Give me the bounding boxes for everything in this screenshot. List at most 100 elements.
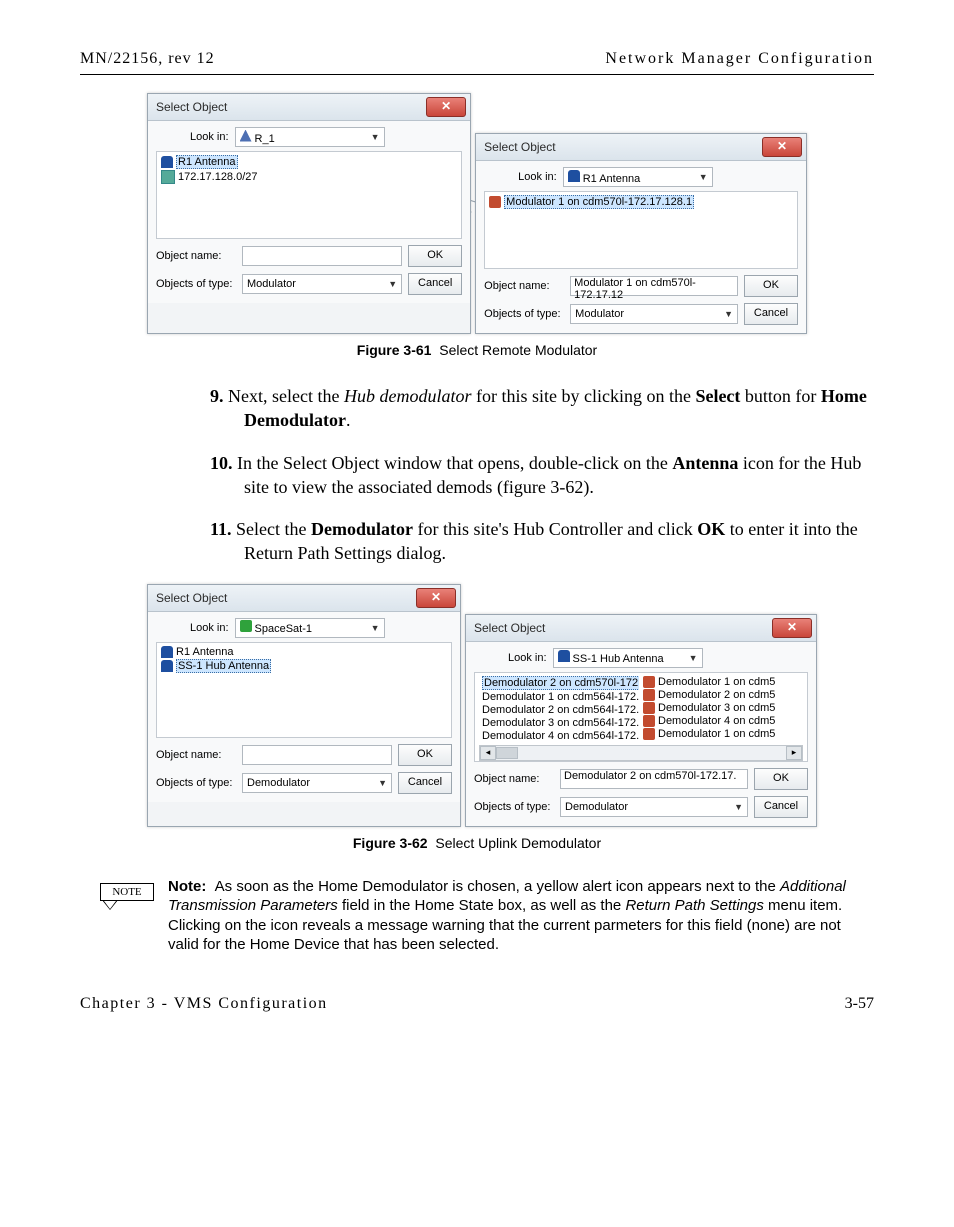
objects-of-type-combo[interactable]: Demodulator▼ bbox=[560, 797, 748, 817]
object-name-label: Object name: bbox=[156, 250, 236, 262]
cancel-button[interactable]: Cancel bbox=[744, 303, 798, 325]
antenna-icon bbox=[568, 170, 580, 182]
select-object-dialog-left: Select Object ✕ Look in: R_1 ▼ R1 Antenn… bbox=[147, 93, 471, 334]
dialog-title: Select Object bbox=[484, 140, 555, 154]
list-item[interactable]: Demodulator 3 on cdm5 bbox=[643, 702, 803, 714]
objects-of-type-combo[interactable]: Demodulator▼ bbox=[242, 773, 392, 793]
select-object-dialog-right: Select Object ✕ Look in: SS-1 Hub Antenn… bbox=[465, 614, 817, 827]
cancel-button[interactable]: Cancel bbox=[398, 772, 452, 794]
demodulator-icon bbox=[643, 689, 655, 701]
ok-button[interactable]: OK bbox=[398, 744, 452, 766]
chevron-down-icon: ▼ bbox=[689, 653, 698, 663]
list-item[interactable]: Demodulator 4 on cdm564l-172.17.0.8 bbox=[479, 730, 639, 742]
close-button[interactable]: ✕ bbox=[772, 618, 812, 638]
figure-caption: Figure 3-61 Select Remote Modulator bbox=[147, 342, 807, 358]
object-name-input[interactable] bbox=[242, 745, 392, 765]
look-in-label: Look in: bbox=[508, 652, 547, 664]
antenna-icon bbox=[161, 646, 173, 658]
look-in-label: Look in: bbox=[518, 171, 557, 183]
object-name-label: Object name: bbox=[484, 280, 564, 292]
figure-62: Select Object ✕ Look in: SpaceSat-1 ▼ R1… bbox=[147, 584, 807, 851]
list-item[interactable]: Demodulator 2 on cdm570l-172.17.0.5 bbox=[479, 676, 639, 690]
note-label: NOTE bbox=[100, 883, 154, 901]
close-button[interactable]: ✕ bbox=[416, 588, 456, 608]
select-object-dialog-right: Select Object ✕ Look in: R1 Antenna ▼ Mo… bbox=[475, 133, 807, 334]
object-name-input[interactable]: Demodulator 2 on cdm570l-172.17. bbox=[560, 769, 748, 789]
list-item[interactable]: Demodulator 1 on cdm5 bbox=[643, 728, 803, 740]
objects-of-type-label: Objects of type: bbox=[156, 777, 236, 789]
close-button[interactable]: ✕ bbox=[426, 97, 466, 117]
note-text: Note: As soon as the Home Demodulator is… bbox=[168, 877, 860, 955]
note-triangle-icon bbox=[102, 900, 118, 910]
objects-of-type-label: Objects of type: bbox=[156, 278, 236, 290]
demodulator-icon bbox=[643, 715, 655, 727]
list-item[interactable]: SS-1 Hub Antenna bbox=[161, 659, 447, 673]
list-item[interactable]: Demodulator 4 on cdm5 bbox=[643, 715, 803, 727]
chevron-down-icon: ▼ bbox=[378, 778, 387, 788]
object-list[interactable]: R1 Antenna 172.17.128.0/27 bbox=[156, 151, 462, 239]
list-item[interactable]: Demodulator 2 on cdm564l-172.17.0.8 bbox=[479, 704, 639, 716]
ok-button[interactable]: OK bbox=[744, 275, 798, 297]
list-item[interactable]: Modulator 1 on cdm570l-172.17.128.1 bbox=[489, 195, 793, 209]
step-11: 11. Select the Demodulator for this site… bbox=[210, 517, 874, 566]
list-item[interactable]: Demodulator 3 on cdm564l-172.17.0.8 bbox=[479, 717, 639, 729]
step-9: 9. Next, select the Hub demodulator for … bbox=[210, 384, 874, 433]
list-item[interactable]: R1 Antenna bbox=[161, 646, 447, 658]
list-item[interactable]: Demodulator 2 on cdm5 bbox=[643, 689, 803, 701]
list-item[interactable]: R1 Antenna bbox=[161, 155, 457, 169]
ok-button[interactable]: OK bbox=[754, 768, 808, 790]
note-block: NOTE Note: As soon as the Home Demodulat… bbox=[100, 877, 860, 955]
figure-61: Select Object ✕ Look in: R_1 ▼ R1 Antenn… bbox=[147, 93, 807, 358]
header-right: Network Manager Configuration bbox=[605, 50, 874, 68]
chevron-down-icon: ▼ bbox=[388, 279, 397, 289]
objects-of-type-combo[interactable]: Modulator▼ bbox=[242, 274, 402, 294]
demodulator-icon bbox=[643, 676, 655, 688]
network-icon bbox=[240, 130, 252, 142]
subnet-icon bbox=[161, 170, 175, 184]
list-item[interactable]: Demodulator 1 on cdm564l-172.17.0.8 bbox=[479, 691, 639, 703]
scroll-thumb[interactable] bbox=[496, 747, 518, 759]
chevron-down-icon: ▼ bbox=[734, 802, 743, 812]
note-badge: NOTE bbox=[100, 883, 154, 910]
modulator-icon bbox=[489, 196, 501, 208]
object-name-input[interactable]: Modulator 1 on cdm570l-172.17.12 bbox=[570, 276, 738, 296]
demodulator-icon bbox=[643, 702, 655, 714]
footer-left: Chapter 3 - VMS Configuration bbox=[80, 995, 328, 1013]
object-list[interactable]: Demodulator 2 on cdm570l-172.17.0.5 Demo… bbox=[474, 672, 808, 762]
objects-of-type-label: Objects of type: bbox=[474, 801, 554, 813]
objects-of-type-combo[interactable]: Modulator▼ bbox=[570, 304, 738, 324]
look-in-label: Look in: bbox=[190, 131, 229, 143]
select-object-dialog-left: Select Object ✕ Look in: SpaceSat-1 ▼ R1… bbox=[147, 584, 461, 827]
look-in-combo[interactable]: R1 Antenna ▼ bbox=[563, 167, 713, 187]
figure-caption: Figure 3-62 Select Uplink Demodulator bbox=[147, 835, 807, 851]
close-button[interactable]: ✕ bbox=[762, 137, 802, 157]
scroll-left-button[interactable]: ◂ bbox=[480, 746, 496, 760]
cancel-button[interactable]: Cancel bbox=[408, 273, 462, 295]
chevron-down-icon: ▼ bbox=[724, 309, 733, 319]
look-in-combo[interactable]: R_1 ▼ bbox=[235, 127, 385, 147]
cancel-button[interactable]: Cancel bbox=[754, 796, 808, 818]
footer-right: 3-57 bbox=[845, 995, 874, 1013]
object-name-input[interactable] bbox=[242, 246, 402, 266]
antenna-icon bbox=[558, 650, 570, 662]
dialog-title: Select Object bbox=[474, 621, 545, 635]
horizontal-scrollbar[interactable]: ◂ ▸ bbox=[479, 745, 803, 761]
step-10: 10. In the Select Object window that ope… bbox=[210, 451, 874, 500]
objects-of-type-label: Objects of type: bbox=[484, 308, 564, 320]
antenna-icon bbox=[161, 660, 173, 672]
scroll-right-button[interactable]: ▸ bbox=[786, 746, 802, 760]
look-in-combo[interactable]: SpaceSat-1 ▼ bbox=[235, 618, 385, 638]
demodulator-icon bbox=[643, 728, 655, 740]
list-item[interactable]: Demodulator 1 on cdm5 bbox=[643, 676, 803, 688]
object-name-label: Object name: bbox=[156, 749, 236, 761]
chevron-down-icon: ▼ bbox=[371, 623, 380, 633]
header-divider bbox=[80, 74, 874, 75]
object-list[interactable]: Modulator 1 on cdm570l-172.17.128.1 bbox=[484, 191, 798, 269]
object-list[interactable]: R1 Antenna SS-1 Hub Antenna bbox=[156, 642, 452, 738]
ok-button[interactable]: OK bbox=[408, 245, 462, 267]
dialog-title: Select Object bbox=[156, 591, 227, 605]
look-in-combo[interactable]: SS-1 Hub Antenna ▼ bbox=[553, 648, 703, 668]
list-item[interactable]: 172.17.128.0/27 bbox=[161, 170, 457, 184]
look-in-label: Look in: bbox=[190, 622, 229, 634]
satellite-icon bbox=[240, 620, 252, 632]
